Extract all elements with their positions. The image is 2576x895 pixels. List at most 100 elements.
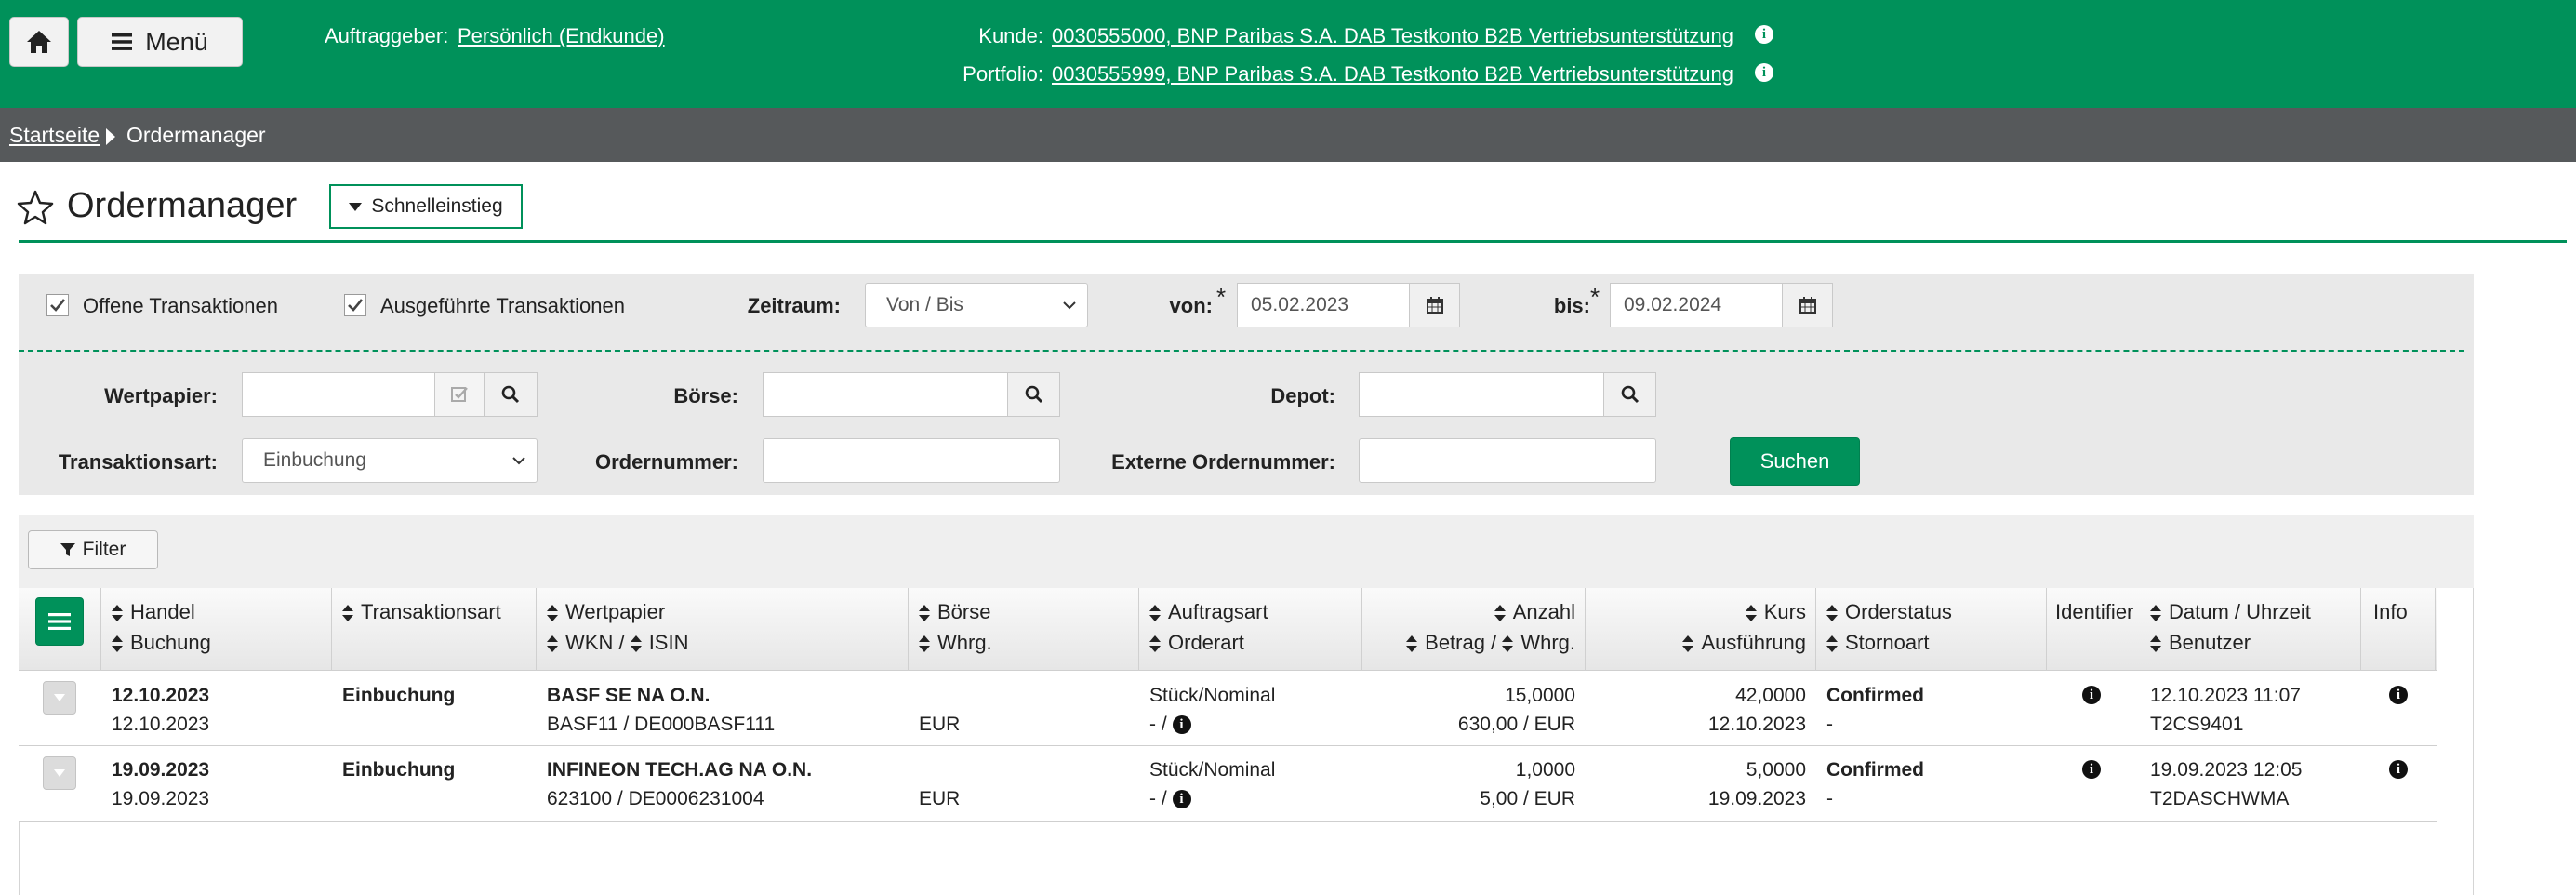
von-label: von:: [1169, 294, 1213, 317]
search-icon: [1621, 385, 1639, 404]
col-benutzer[interactable]: Benutzer: [2150, 631, 2251, 655]
col-identifier: Identifier: [2055, 600, 2134, 623]
identifier-info-icon[interactable]: i: [2082, 760, 2101, 779]
von-date-input[interactable]: 05.02.2023: [1237, 283, 1410, 327]
schnelleinstieg-label: Schnelleinstieg: [371, 195, 503, 217]
col-orderstatus[interactable]: Orderstatus: [1826, 600, 1952, 624]
home-button[interactable]: [9, 17, 69, 67]
col-datum[interactable]: Datum / Uhrzeit: [2150, 600, 2311, 624]
col-orderart-label: Orderart: [1168, 631, 1244, 654]
col-auftragsart[interactable]: Auftragsart: [1149, 600, 1268, 624]
sort-icon: [1494, 605, 1506, 622]
transaktionsart-value: Einbuchung: [263, 449, 366, 471]
cell-orderart-text: - /: [1149, 788, 1167, 809]
von-required-mark: *: [1216, 283, 1227, 311]
filter-button[interactable]: Filter: [28, 530, 158, 569]
orderart-info-icon[interactable]: i: [1172, 715, 1191, 735]
search-icon: [501, 385, 520, 404]
col-buchung[interactable]: Buchung: [112, 631, 211, 655]
cell-wertpapier: BASF SE NA O.N.: [547, 685, 710, 706]
offene-label: Offene Transaktionen: [83, 294, 278, 317]
depot-label: Depot:: [1270, 384, 1335, 407]
caret-down-icon: [54, 694, 65, 701]
col-kurs-label: Kurs: [1763, 600, 1806, 623]
row-info-icon[interactable]: i: [2389, 686, 2408, 704]
sort-icon: [630, 635, 642, 653]
sort-icon: [1682, 635, 1694, 653]
cell-buchung: 19.09.2023: [112, 788, 210, 809]
col-anzahl-label: Anzahl: [1512, 600, 1575, 623]
cell-auftragsart: Stück/Nominal: [1149, 685, 1276, 706]
externe-ordernummer-input[interactable]: [1359, 438, 1656, 483]
cell-orderstatus: Confirmed: [1826, 685, 1924, 706]
depot-search-button[interactable]: [1603, 372, 1656, 417]
row-expand-button[interactable]: [43, 681, 76, 715]
wertpapier-input[interactable]: [242, 372, 435, 417]
cell-anzahl: 15,0000: [1505, 685, 1575, 706]
col-transaktionsart[interactable]: Transaktionsart: [342, 600, 501, 624]
cell-handel: 12.10.2023: [112, 685, 210, 706]
identifier-info-icon[interactable]: i: [2082, 686, 2101, 704]
cell-orderstatus: Confirmed: [1826, 759, 1924, 781]
schnelleinstieg-button[interactable]: Schnelleinstieg: [329, 184, 523, 229]
table-row[interactable]: [19, 746, 2437, 822]
ordernummer-input[interactable]: [763, 438, 1060, 483]
row-info-icon[interactable]: i: [2389, 760, 2408, 779]
kunde-link[interactable]: 0030555000, BNP Paribas S.A. DAB Testkon…: [1052, 24, 1733, 47]
column-menu-button[interactable]: [35, 597, 84, 646]
bis-date-input[interactable]: 09.02.2024: [1610, 283, 1783, 327]
check-icon: [348, 299, 363, 312]
ausgefuehrte-checkbox[interactable]: [344, 294, 366, 316]
col-boerse[interactable]: Börse: [919, 600, 990, 624]
col-stornoart[interactable]: Stornoart: [1826, 631, 1930, 655]
col-ausfuehrung-label: Ausführung: [1701, 631, 1806, 654]
col-wkn-isin[interactable]: WKN / ISIN: [547, 631, 688, 655]
row-expand-button[interactable]: [43, 756, 76, 790]
favorite-star-icon[interactable]: [17, 190, 54, 225]
boerse-input[interactable]: [763, 372, 1008, 417]
col-whrg[interactable]: Whrg.: [919, 631, 992, 655]
col-betrag-whrg[interactable]: Betrag / Whrg.: [1373, 631, 1575, 655]
col-anzahl[interactable]: Anzahl: [1373, 600, 1575, 624]
cell-ausfuehrung: 12.10.2023: [1707, 714, 1806, 735]
portfolio-info-icon[interactable]: i: [1755, 63, 1773, 82]
caret-down-icon: [349, 202, 363, 211]
col-kurs[interactable]: Kurs: [1596, 600, 1806, 624]
transaktionsart-select[interactable]: Einbuchung: [242, 438, 538, 483]
offene-checkbox[interactable]: [46, 294, 69, 316]
col-orderart[interactable]: Orderart: [1149, 631, 1244, 655]
orderart-info-icon[interactable]: i: [1172, 790, 1191, 809]
col-ausfuehrung[interactable]: Ausführung: [1596, 631, 1806, 655]
kunde-info-icon[interactable]: i: [1755, 25, 1773, 44]
top-bar: [0, 0, 2576, 108]
filter-toolbar: [19, 515, 2474, 588]
auftraggeber-link[interactable]: Persönlich (Endkunde): [458, 24, 665, 47]
cell-buchung: 12.10.2023: [112, 714, 210, 735]
breadcrumb: Startseite Ordermanager: [0, 108, 2576, 162]
depot-input[interactable]: [1359, 372, 1604, 417]
col-handel[interactable]: Handel: [112, 600, 195, 624]
suchen-button[interactable]: Suchen: [1730, 437, 1860, 486]
boerse-search-button[interactable]: [1007, 372, 1060, 417]
cell-betrag: 5,00 / EUR: [1480, 788, 1575, 809]
bis-calendar-button[interactable]: [1782, 283, 1833, 327]
col-stornoart-label: Stornoart: [1845, 631, 1930, 654]
externe-ordernummer-label: Externe Ordernummer:: [1111, 450, 1335, 474]
sort-icon: [1826, 605, 1838, 622]
portfolio-link[interactable]: 0030555999, BNP Paribas S.A. DAB Testkon…: [1052, 62, 1733, 86]
wertpapier-validate-button[interactable]: [434, 372, 485, 417]
sort-icon: [2150, 635, 2161, 653]
menu-button[interactable]: Menü: [77, 17, 243, 67]
zeitraum-select[interactable]: Von / Bis: [865, 283, 1088, 327]
ordernummer-label: Ordernummer:: [594, 450, 738, 474]
hamburger-icon: [112, 33, 133, 50]
col-handel-label: Handel: [130, 600, 195, 623]
table-row[interactable]: [19, 671, 2437, 746]
cell-transaktionsart: Einbuchung: [342, 685, 456, 706]
sort-icon: [547, 635, 558, 653]
col-wertpapier[interactable]: Wertpapier: [547, 600, 665, 624]
filter-label: Filter: [82, 539, 126, 560]
wertpapier-search-button[interactable]: [484, 372, 538, 417]
breadcrumb-home-link[interactable]: Startseite: [9, 123, 100, 148]
sort-icon: [2150, 605, 2161, 622]
